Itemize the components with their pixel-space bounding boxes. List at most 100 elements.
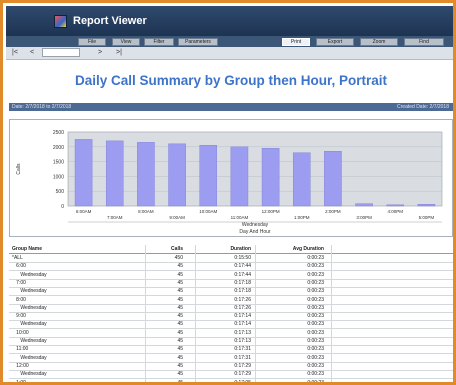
cell-avg: 0:00:23 [307, 346, 324, 353]
cell-duration: 0:17:13 [234, 338, 251, 344]
bar [230, 146, 249, 207]
report-title: Daily Call Summary by Group then Hour, P… [74, 73, 388, 88]
cell-group: Wednesday [12, 338, 47, 344]
x-tick-label: 5:00PM [419, 215, 435, 220]
cell-duration: 0:17:29 [234, 371, 251, 378]
cell-avg: 0:00:23 [307, 362, 324, 369]
toolbar-tab-find[interactable]: Find [404, 38, 444, 46]
column-divider [331, 245, 332, 382]
calls-chart-panel: 0 500 1000 1500 2000 2500 Calls 6:00AM 7:00AM 8:0… [9, 119, 453, 237]
y-tick-label: 500 [56, 189, 65, 195]
cell-avg: 0:00:23 [307, 263, 324, 270]
cell-calls: 45 [177, 279, 183, 286]
report-viewer-window: Report Viewer File View Filter Parameters Pr… [0, 0, 456, 385]
cell-avg: 0:00:23 [307, 329, 324, 336]
cell-group: 8:00 [12, 296, 26, 303]
bar [74, 139, 93, 207]
cell-avg: 0:00:23 [307, 296, 324, 303]
cell-avg: 0:00:23 [307, 288, 324, 295]
bar [355, 203, 373, 207]
y-tick-label: 1000 [53, 174, 64, 180]
cell-duration: 0:15:50 [234, 255, 251, 261]
cell-group: *ALL [12, 255, 23, 261]
bar [324, 151, 342, 207]
cell-duration: Duration [230, 246, 251, 252]
cell-duration: 0:17:14 [234, 321, 251, 328]
x-tick-label: 6:00AM [76, 209, 92, 214]
toolbar-tabs: File View Filter Parameters Print Export Zoom F… [6, 36, 453, 47]
cell-duration: 0:17:29 [234, 362, 251, 369]
plot-area [67, 131, 443, 207]
page-number-input[interactable] [42, 48, 80, 57]
next-page-button[interactable]: > [98, 49, 102, 57]
cell-group: Group Name [12, 246, 43, 252]
toolbar-tab-filter[interactable]: Filter [144, 38, 174, 46]
cell-duration: 0:17:26 [234, 296, 251, 303]
x-tick-label: 2:00PM [325, 209, 341, 214]
cell-avg: Avg Duration [292, 246, 324, 252]
cell-avg: 0:00:23 [307, 313, 324, 320]
report-viewer-app-icon [54, 15, 67, 28]
toolbar-tab-file[interactable]: File [78, 38, 106, 46]
title-bar: Report Viewer [6, 6, 453, 36]
cell-group: Wednesday [12, 321, 47, 328]
toolbar-tab-zoom[interactable]: Zoom [360, 38, 398, 46]
cell-duration: 0:17:05 [234, 379, 251, 385]
cell-calls: Calls [171, 246, 183, 252]
column-divider [195, 245, 196, 382]
bar [261, 148, 280, 207]
previous-page-button[interactable]: < [30, 49, 34, 57]
cell-duration: 0:17:13 [234, 329, 251, 336]
cell-calls: 45 [177, 346, 183, 353]
cell-duration: 0:17:14 [234, 313, 251, 320]
cell-calls: 45 [177, 304, 183, 311]
cell-calls: 45 [177, 362, 183, 369]
cell-calls: 45 [177, 296, 183, 303]
cell-group: 12:00 [12, 362, 29, 369]
x-tick-label: 8:00AM [138, 209, 154, 214]
cell-group: Wednesday [12, 271, 47, 278]
cell-group: 1:00 [12, 379, 26, 385]
first-page-button[interactable]: |< [12, 49, 18, 57]
x-tick-label: 7:00AM [107, 215, 123, 220]
cell-duration: 0:17:31 [234, 346, 251, 353]
y-tick-label: 0 [61, 204, 64, 210]
cell-avg: 0:00:23 [307, 321, 324, 328]
toolbar-tab-view[interactable]: View [112, 38, 140, 46]
toolbar-tab-print[interactable]: Print [282, 38, 310, 46]
column-divider [255, 245, 256, 382]
bar [168, 143, 186, 207]
cell-calls: 45 [177, 288, 183, 295]
cell-avg: 0:00:23 [307, 371, 324, 378]
cell-group: 9:00 [12, 313, 26, 320]
cell-calls: 45 [177, 354, 183, 361]
x-tick-label: 10:00AM [199, 209, 217, 214]
app-title: Report Viewer [73, 15, 147, 27]
x-tick-label: 12:00PM [262, 209, 280, 214]
cell-group: Wednesday [12, 371, 47, 378]
x-tick-label: 9:00AM [169, 215, 185, 220]
page-navigation-bar: |< < > >| [6, 47, 453, 60]
cell-duration: 0:17:26 [234, 304, 251, 311]
cell-group: Wednesday [12, 354, 47, 361]
cell-duration: 0:17:44 [234, 263, 251, 270]
cell-duration: 0:17:18 [234, 279, 251, 286]
x-tick-label: 1:00PM [294, 215, 310, 220]
y-axis-label: Calls [16, 163, 22, 175]
cell-calls: 45 [177, 263, 183, 270]
cell-calls: 45 [177, 271, 183, 278]
cell-avg: 0:00:23 [307, 354, 324, 361]
cell-avg: 0:00:23 [307, 304, 324, 311]
toolbar-tab-parameters[interactable]: Parameters [178, 38, 218, 46]
cell-avg: 0:00:23 [307, 338, 324, 344]
table-header-row: Group Name Calls Duration Avg Duration [9, 245, 453, 254]
cell-calls: 45 [177, 321, 183, 328]
cell-duration: 0:17:31 [234, 354, 251, 361]
toolbar-tab-export[interactable]: Export [316, 38, 354, 46]
bar [137, 142, 155, 207]
cell-duration: 0:17:18 [234, 288, 251, 295]
bar [105, 140, 124, 207]
y-tick-label: 2000 [53, 145, 64, 151]
last-page-button[interactable]: >| [116, 49, 122, 57]
bar [417, 204, 436, 207]
